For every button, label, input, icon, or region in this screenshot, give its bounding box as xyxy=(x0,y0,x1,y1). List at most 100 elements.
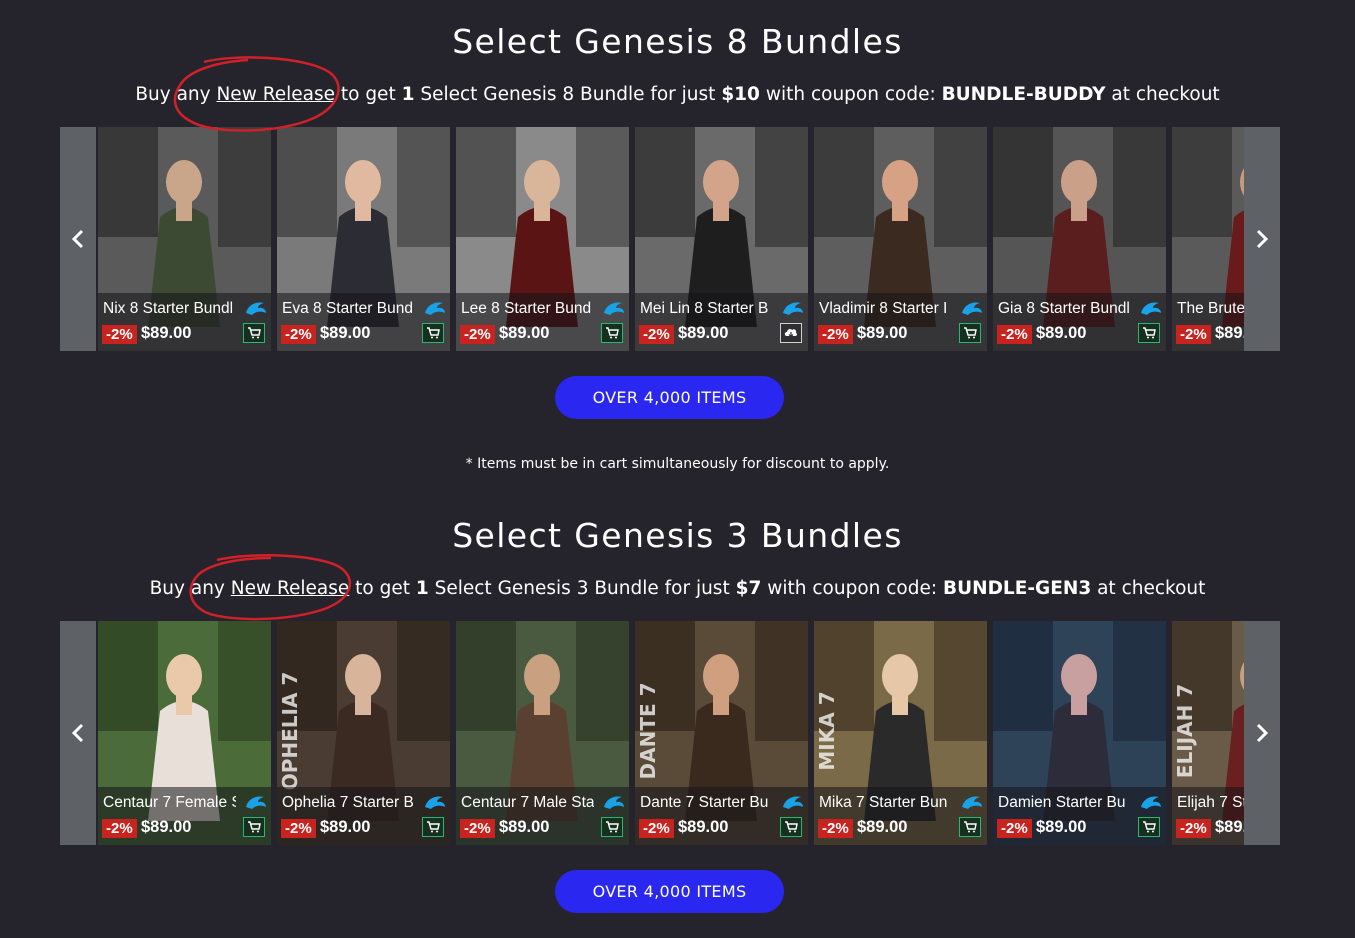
discount-badge: -2% xyxy=(1176,325,1211,344)
add-to-cart-button[interactable] xyxy=(1138,817,1160,837)
add-to-cart-button[interactable] xyxy=(422,323,444,343)
brand-logo-icon xyxy=(781,793,805,813)
add-to-cart-button[interactable] xyxy=(243,817,265,837)
product-name[interactable]: Elijah 7 St xyxy=(1177,794,1244,816)
product-name[interactable]: Dante 7 Starter Bu xyxy=(640,794,773,816)
carousel-next-button[interactable] xyxy=(1244,127,1280,351)
add-to-cart-button[interactable] xyxy=(780,817,802,837)
cart-icon xyxy=(605,327,619,339)
brand-logo-icon xyxy=(781,299,805,319)
product-card[interactable]: Lee 8 Starter Bund -2% $89.00 xyxy=(456,127,629,351)
promo-price: $7 xyxy=(735,578,762,599)
promo-part: Select Genesis 8 Bundle for just xyxy=(414,84,722,105)
product-name[interactable]: Nix 8 Starter Bundl xyxy=(103,300,236,322)
product-card[interactable]: DANTE 7 Dante 7 Starter Bu -2% $89.00 xyxy=(635,621,808,845)
product-price: $89.00 xyxy=(1036,818,1087,836)
product-card[interactable]: Vladimir 8 Starter I -2% $89.00 xyxy=(814,127,987,351)
cart-icon xyxy=(963,327,977,339)
product-name[interactable]: Mika 7 Starter Bun xyxy=(819,794,952,816)
product-card[interactable]: Gia 8 Starter Bundl -2% $89.00 xyxy=(993,127,1166,351)
chevron-left-icon xyxy=(71,723,84,743)
new-release-link[interactable]: New Release xyxy=(216,84,335,105)
product-name[interactable]: Damien Starter Bu xyxy=(998,794,1131,816)
add-to-cart-button[interactable] xyxy=(601,817,623,837)
discount-badge: -2% xyxy=(997,325,1032,344)
chevron-left-icon xyxy=(71,229,84,249)
add-to-cart-button[interactable] xyxy=(243,323,265,343)
product-card[interactable]: Damien Starter Bu -2% $89.00 xyxy=(993,621,1166,845)
over-4000-items-button[interactable]: OVER 4,000 ITEMS xyxy=(555,870,784,913)
brand-logo-icon xyxy=(1139,299,1163,319)
product-name[interactable]: Centaur 7 Male Sta xyxy=(461,794,594,816)
brand-logo-icon xyxy=(960,299,984,319)
brand-logo-icon xyxy=(960,793,984,813)
add-to-cart-button[interactable] xyxy=(959,817,981,837)
brand-logo-icon xyxy=(244,299,268,319)
add-to-cart-button[interactable] xyxy=(1138,323,1160,343)
carousel-prev-button[interactable] xyxy=(60,621,96,845)
cart-icon xyxy=(1142,821,1156,833)
discount-note: * Items must be in cart simultaneously f… xyxy=(465,456,890,472)
svg-text:ELIJAH 7: ELIJAH 7 xyxy=(1173,684,1197,778)
brand-logo-icon xyxy=(423,299,447,319)
product-name[interactable]: Eva 8 Starter Bund xyxy=(282,300,415,322)
discount-badge: -2% xyxy=(102,325,137,344)
new-release-link[interactable]: New Release xyxy=(231,578,350,599)
svg-text:OPHELIA 7: OPHELIA 7 xyxy=(278,672,302,791)
add-to-cart-button[interactable] xyxy=(959,323,981,343)
coupon-code: BUNDLE-GEN3 xyxy=(942,578,1092,599)
product-price: $89. xyxy=(1215,818,1244,836)
carousel-viewport: Nix 8 Starter Bundl -2% $89.00 Eva 8 Start… xyxy=(98,127,1244,351)
product-name[interactable]: Gia 8 Starter Bundl xyxy=(998,300,1131,322)
cart-icon xyxy=(784,821,798,833)
promo-price: $10 xyxy=(721,84,760,105)
discount-badge: -2% xyxy=(281,325,316,344)
discount-badge: -2% xyxy=(818,325,853,344)
product-price: $89.00 xyxy=(857,324,908,342)
product-card[interactable]: ELIJAH 7 Elijah 7 St -2% $89. xyxy=(1172,621,1244,845)
promo-part: with coupon code: xyxy=(761,578,943,599)
product-card[interactable]: MIKA 7 Mika 7 Starter Bun -2% $89.00 xyxy=(814,621,987,845)
product-price: $89.00 xyxy=(141,818,192,836)
product-carousel: Centaur 7 Female S -2% $89.00 OPHELIA 7 Op… xyxy=(60,621,1280,845)
brand-logo-icon xyxy=(244,793,268,813)
download-icon xyxy=(784,327,798,339)
discount-badge: -2% xyxy=(460,325,495,344)
brand-logo-icon xyxy=(602,299,626,319)
product-card[interactable]: Mei Lin 8 Starter B -2% $89.00 xyxy=(635,127,808,351)
product-card[interactable]: Nix 8 Starter Bundl -2% $89.00 xyxy=(98,127,271,351)
product-card[interactable]: OPHELIA 7 Ophelia 7 Starter B -2% $89.00 xyxy=(277,621,450,845)
product-price: $89.00 xyxy=(320,818,371,836)
cart-icon xyxy=(605,821,619,833)
carousel-next-button[interactable] xyxy=(1244,621,1280,845)
promo-part: Buy any xyxy=(149,578,231,599)
download-button[interactable] xyxy=(780,323,802,343)
over-4000-items-button[interactable]: OVER 4,000 ITEMS xyxy=(555,376,784,419)
product-card[interactable]: The Brute -2% $89. xyxy=(1172,127,1244,351)
product-name[interactable]: Vladimir 8 Starter I xyxy=(819,300,952,322)
carousel-prev-button[interactable] xyxy=(60,127,96,351)
promo-part: at checkout xyxy=(1105,84,1220,105)
product-card[interactable]: Centaur 7 Female S -2% $89.00 xyxy=(98,621,271,845)
discount-badge: -2% xyxy=(281,819,316,838)
add-to-cart-button[interactable] xyxy=(601,323,623,343)
product-name[interactable]: Mei Lin 8 Starter B xyxy=(640,300,773,322)
product-carousel: Nix 8 Starter Bundl -2% $89.00 Eva 8 Start… xyxy=(60,127,1280,351)
product-card[interactable]: Eva 8 Starter Bund -2% $89.00 xyxy=(277,127,450,351)
product-card[interactable]: Centaur 7 Male Sta -2% $89.00 xyxy=(456,621,629,845)
cart-icon xyxy=(247,327,261,339)
promo-text: Buy any New Release to get 1 Select Gene… xyxy=(0,84,1355,105)
promo-part: Select Genesis 3 Bundle for just xyxy=(428,578,736,599)
discount-badge: -2% xyxy=(639,325,674,344)
discount-badge: -2% xyxy=(1176,819,1211,838)
product-name[interactable]: The Brute xyxy=(1177,300,1244,322)
promo-qty: 1 xyxy=(415,578,429,599)
product-name[interactable]: Centaur 7 Female S xyxy=(103,794,236,816)
product-price: $89.00 xyxy=(678,324,729,342)
add-to-cart-button[interactable] xyxy=(422,817,444,837)
product-name[interactable]: Ophelia 7 Starter B xyxy=(282,794,415,816)
promo-text: Buy any New Release to get 1 Select Gene… xyxy=(0,578,1355,599)
product-name[interactable]: Lee 8 Starter Bund xyxy=(461,300,594,322)
cart-icon xyxy=(426,327,440,339)
promo-part: to get xyxy=(349,578,416,599)
